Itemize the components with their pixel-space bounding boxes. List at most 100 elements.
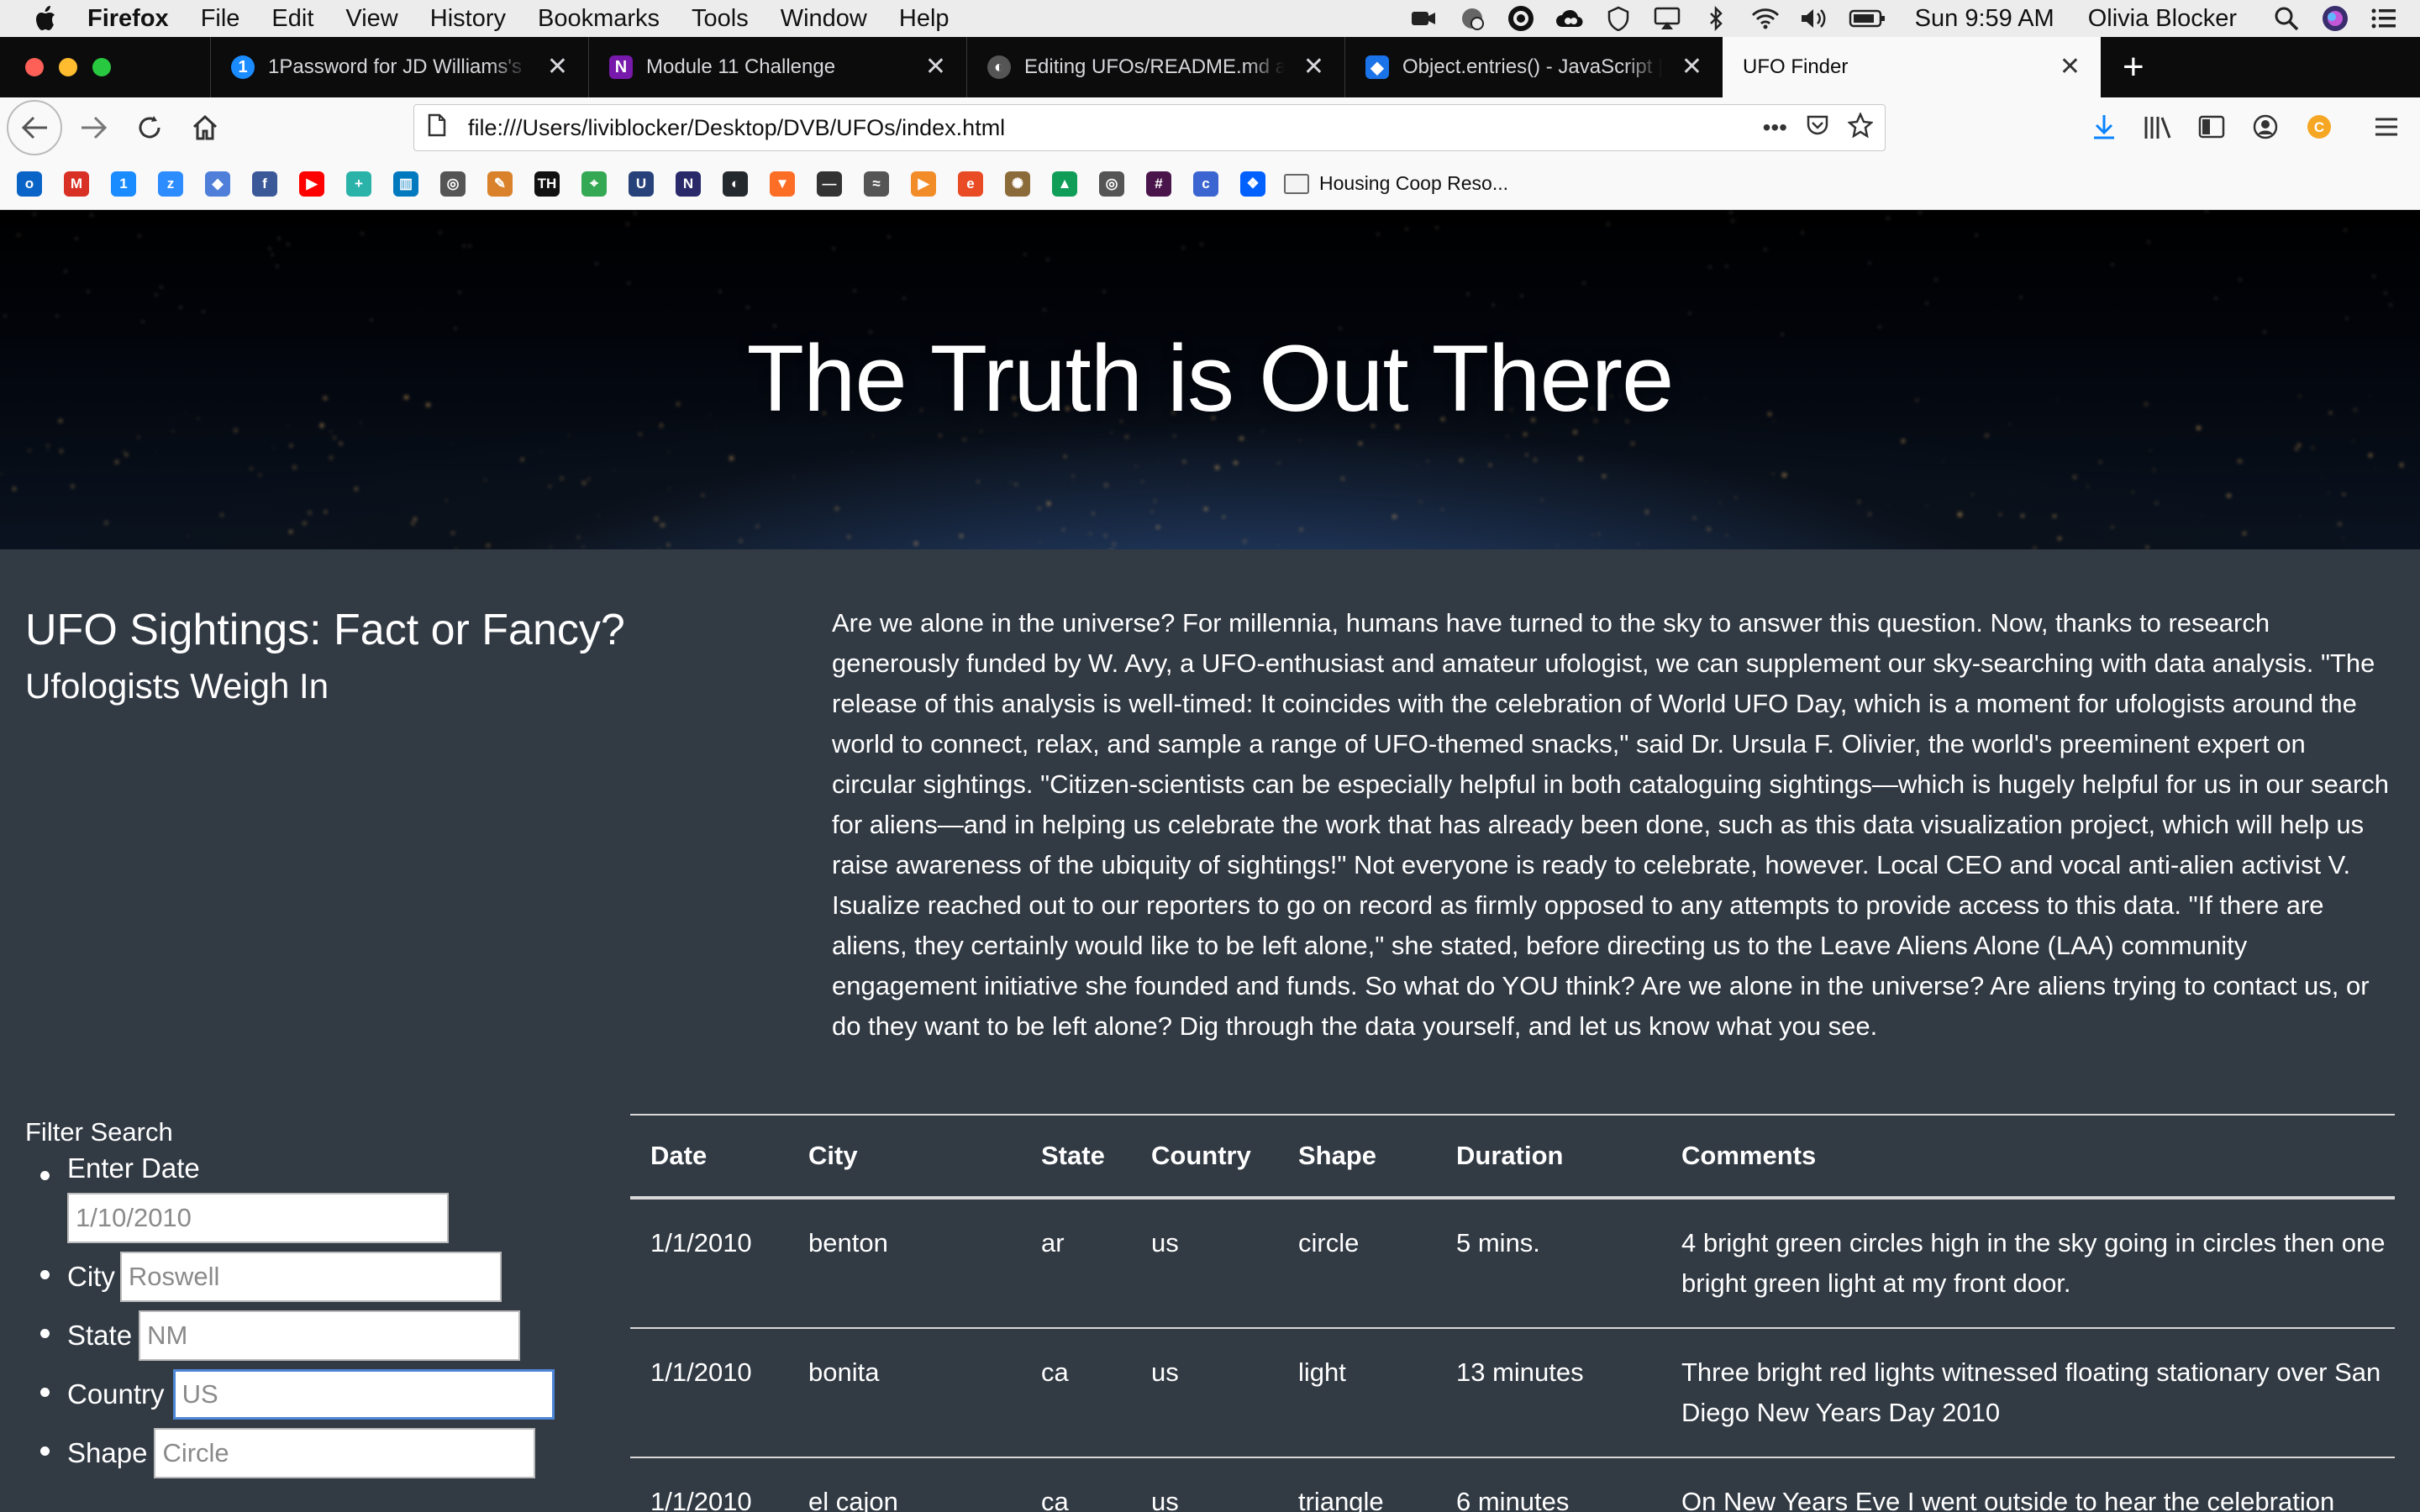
seal-icon[interactable]: ✺ <box>1005 171 1030 197</box>
pocket-icon[interactable] <box>1806 114 1829 142</box>
waves-icon[interactable]: ≈ <box>864 171 889 197</box>
minimize-window-button[interactable] <box>59 58 77 76</box>
maps-icon[interactable]: ⌖ <box>581 171 607 197</box>
gitlab-icon[interactable]: ▼ <box>770 171 795 197</box>
close-tab-icon[interactable]: ✕ <box>547 52 568 81</box>
onenote-icon[interactable]: N <box>676 171 701 197</box>
close-tab-icon[interactable]: ✕ <box>1303 52 1324 81</box>
outlook-icon[interactable]: o <box>17 171 42 197</box>
slack-icon[interactable]: # <box>1146 171 1171 197</box>
star <box>203 311 205 313</box>
library-icon[interactable] <box>2141 106 2175 148</box>
airplay-icon[interactable] <box>1653 6 1681 31</box>
dropbox-icon[interactable]: ❖ <box>1240 171 1265 197</box>
page-actions-icon[interactable]: ••• <box>1763 114 1787 141</box>
tab-1password[interactable]: 1 1Password for JD Williams's Far ✕ <box>210 37 588 97</box>
close-tab-icon[interactable]: ✕ <box>925 52 946 81</box>
page-icon <box>428 113 446 143</box>
home-button[interactable] <box>182 104 229 151</box>
feather-icon[interactable]: ✎ <box>487 171 513 197</box>
tab-mdn-object-entries[interactable]: ◆ Object.entries() - JavaScript | M ✕ <box>1344 37 1723 97</box>
tab-module-11[interactable]: N Module 11 Challenge ✕ <box>588 37 966 97</box>
volume-icon[interactable] <box>1799 6 1828 31</box>
city-light <box>871 434 874 437</box>
gmail-icon[interactable]: M <box>64 171 89 197</box>
url-bar[interactable]: file:///Users/liviblocker/Desktop/DVB/UF… <box>413 104 1886 151</box>
city-light <box>1476 456 1478 458</box>
menu-app-name[interactable]: Firefox <box>87 5 169 33</box>
date-input[interactable] <box>67 1193 449 1243</box>
spotlight-search-icon[interactable] <box>2272 6 2301 31</box>
forward-button[interactable] <box>71 104 118 151</box>
city-light <box>1984 433 1989 438</box>
globe-status-icon[interactable] <box>1458 6 1486 31</box>
menu-history[interactable]: History <box>430 5 506 33</box>
city-light <box>755 525 759 528</box>
c-blue-icon[interactable]: c <box>1193 171 1218 197</box>
menu-tools[interactable]: Tools <box>692 5 749 33</box>
bookmark-star-icon[interactable] <box>1847 111 1874 144</box>
globe2-icon[interactable]: ◎ <box>1099 171 1124 197</box>
menu-view[interactable]: View <box>345 5 397 33</box>
menu-bookmarks[interactable]: Bookmarks <box>538 5 660 33</box>
filter-city-label: City <box>67 1261 115 1292</box>
menu-window[interactable]: Window <box>781 5 867 33</box>
globe-icon[interactable]: ◎ <box>440 171 466 197</box>
downloads-icon[interactable] <box>2087 106 2121 148</box>
eye-status-icon[interactable] <box>1507 6 1535 31</box>
menu-help[interactable]: Help <box>899 5 950 33</box>
back-button[interactable] <box>7 100 62 155</box>
clock[interactable]: Sun 9:59 AM <box>1915 5 2054 33</box>
creative-cloud-icon[interactable] <box>1555 6 1584 31</box>
sidebar-icon[interactable] <box>2195 106 2228 148</box>
menu-edit[interactable]: Edit <box>271 5 313 33</box>
city-light <box>666 543 671 547</box>
th-icon[interactable]: TH <box>534 171 560 197</box>
menu-file[interactable]: File <box>201 5 240 33</box>
1password-icon[interactable]: 1 <box>111 171 136 197</box>
extension-c-icon[interactable]: C <box>2302 106 2336 148</box>
zoom-status-icon[interactable] <box>1409 6 1438 31</box>
dash-icon[interactable]: — <box>817 171 842 197</box>
facebook-icon[interactable]: f <box>252 171 277 197</box>
plus-teal-icon[interactable]: + <box>346 171 371 197</box>
bookmark-folder-housing-coop[interactable]: Housing Coop Reso... <box>1284 172 1508 195</box>
zoom-icon[interactable]: z <box>158 171 183 197</box>
account-icon[interactable] <box>2249 106 2282 148</box>
city-input[interactable] <box>119 1252 502 1302</box>
wifi-icon[interactable] <box>1750 6 1779 31</box>
shield-status-icon[interactable] <box>1604 6 1633 31</box>
city-light <box>1277 545 1280 547</box>
hamburger-menu-icon[interactable] <box>2370 106 2403 148</box>
uwa-icon[interactable]: U <box>629 171 654 197</box>
star <box>628 282 630 285</box>
close-tab-icon[interactable]: ✕ <box>2060 52 2081 81</box>
tab-title: 1Password for JD Williams's Far <box>268 55 529 78</box>
youtube-icon[interactable]: ▶ <box>299 171 324 197</box>
close-window-button[interactable] <box>25 58 44 76</box>
bookmark-blue-icon[interactable]: ◆ <box>205 171 230 197</box>
tab-ufo-finder[interactable]: UFO Finder ✕ <box>1723 37 2101 97</box>
trello-icon[interactable]: ▥ <box>393 171 418 197</box>
country-input[interactable] <box>172 1369 555 1420</box>
new-tab-button[interactable]: + <box>2123 37 2144 97</box>
city-light <box>1182 459 1186 463</box>
play-orange-icon[interactable]: ▶ <box>911 171 936 197</box>
tab-github-readme[interactable]: ◐ Editing UFOs/README.md at m ✕ <box>966 37 1344 97</box>
shape-input[interactable] <box>154 1428 536 1478</box>
url-text[interactable]: file:///Users/liviblocker/Desktop/DVB/UF… <box>468 115 1005 141</box>
apple-icon[interactable] <box>32 4 57 33</box>
bluetooth-icon[interactable] <box>1702 6 1730 31</box>
zoom-window-button[interactable] <box>92 58 111 76</box>
github-icon[interactable]: ◐ <box>723 171 748 197</box>
siri-icon[interactable] <box>2321 6 2349 31</box>
user-name[interactable]: Olivia Blocker <box>2088 5 2237 33</box>
city-light <box>1638 543 1640 545</box>
reload-button[interactable] <box>126 104 173 151</box>
e-red-icon[interactable]: e <box>958 171 983 197</box>
battery-icon[interactable] <box>1848 6 1886 31</box>
notification-center-icon[interactable] <box>2370 6 2398 31</box>
close-tab-icon[interactable]: ✕ <box>1681 52 1702 81</box>
drive-icon[interactable]: ▲ <box>1052 171 1077 197</box>
state-input[interactable] <box>139 1310 521 1361</box>
